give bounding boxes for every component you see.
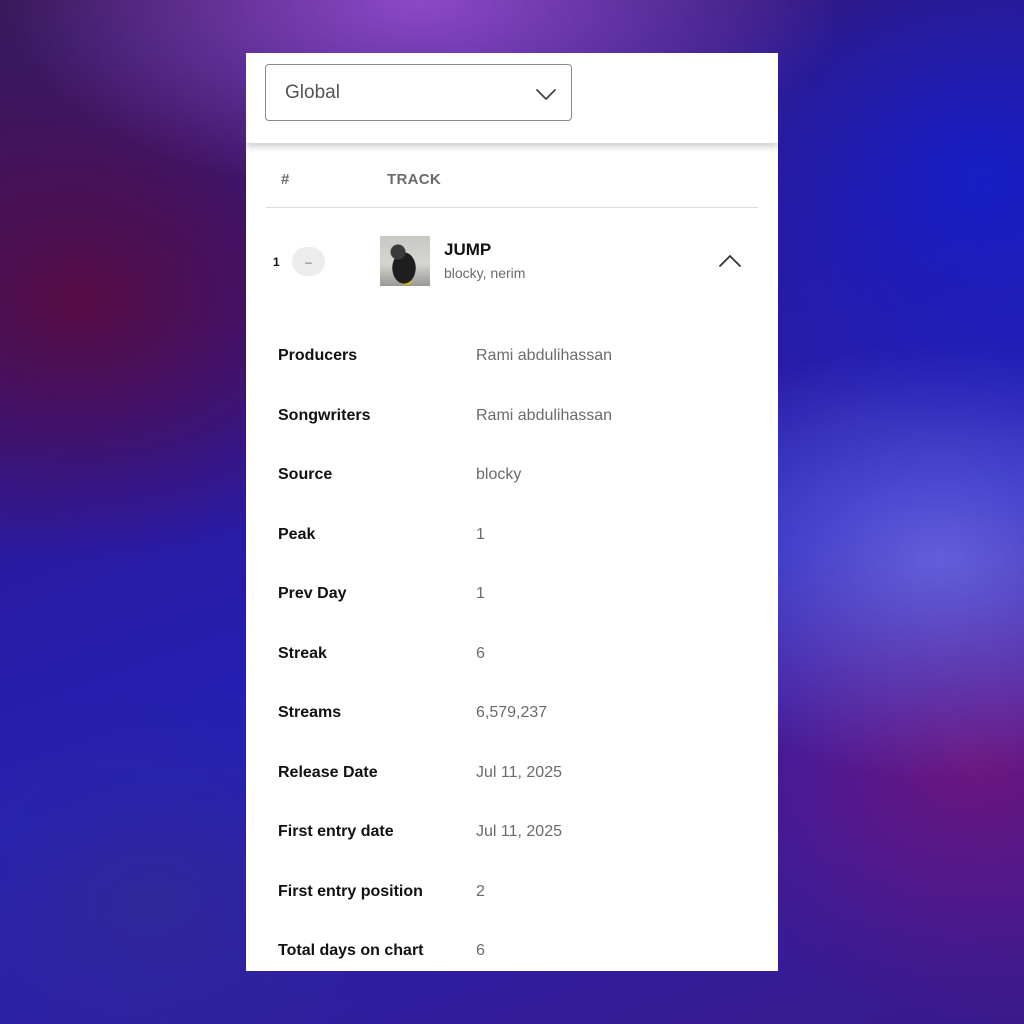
detail-label: Total days on chart	[278, 942, 424, 959]
detail-value: Jul 11, 2025	[476, 823, 562, 840]
detail-label: Release Date	[278, 763, 378, 781]
detail-label: Streak	[278, 644, 327, 662]
chart-panel: Global # TRACK 1 – JUMP blocky, nerim Pr…	[246, 53, 778, 971]
detail-value: 2	[476, 882, 485, 900]
detail-row-source: Source blocky	[278, 453, 748, 513]
detail-label: Peak	[278, 525, 316, 543]
detail-value: Jul 11, 2025	[476, 763, 562, 781]
detail-label: Streams	[278, 704, 342, 721]
detail-label: Songwriters	[278, 406, 371, 424]
detail-value: Rami abdulihassan	[476, 406, 613, 424]
detail-label: First entry date	[278, 823, 394, 840]
rank-change-badge: –	[292, 247, 325, 276]
track-title[interactable]: JUMP	[444, 240, 491, 260]
detail-row-songwriters: Songwriters Rami abdulihassan	[278, 394, 748, 454]
detail-label: Prev Day	[278, 585, 347, 602]
detail-label: First entry position	[278, 882, 423, 900]
table-row[interactable]: 1 – JUMP blocky, nerim	[246, 233, 778, 293]
panel-header: Global	[246, 53, 778, 143]
column-header-track: TRACK	[387, 171, 441, 188]
detail-row-first-entry-date: First entry date Jul 11, 2025	[278, 810, 748, 870]
chevron-down-icon	[536, 89, 556, 100]
detail-label: Source	[278, 466, 333, 483]
chevron-up-icon[interactable]	[718, 249, 742, 273]
detail-row-release-date: Release Date Jul 11, 2025	[278, 751, 748, 811]
detail-value: Rami abdulihassan	[476, 347, 613, 364]
track-details: Producers Rami abdulihassan Songwriters …	[278, 334, 748, 971]
track-rank: 1	[273, 255, 280, 269]
detail-row-streak: Streak 6	[278, 632, 748, 692]
detail-value: 6	[476, 644, 485, 662]
detail-value: 1	[476, 525, 485, 543]
detail-label: Producers	[278, 347, 358, 364]
detail-row-first-entry-position: First entry position 2	[278, 870, 748, 930]
column-header-rank: #	[281, 171, 290, 188]
detail-value: blocky	[476, 466, 522, 483]
detail-row-prev-day: Prev Day 1	[278, 572, 748, 632]
detail-row-producers: Producers Rami abdulihassan	[278, 334, 748, 394]
detail-value: 1	[476, 585, 485, 602]
album-art	[380, 236, 430, 286]
track-artists[interactable]: blocky, nerim	[444, 265, 525, 281]
detail-value: 6,579,237	[476, 704, 548, 721]
detail-row-streams: Streams 6,579,237	[278, 691, 748, 751]
detail-value: 6	[476, 942, 485, 959]
detail-row-peak: Peak 1	[278, 513, 748, 573]
region-select-value: Global	[285, 81, 340, 103]
region-select[interactable]: Global	[265, 64, 572, 121]
detail-row-total-days-on-chart: Total days on chart 6	[278, 929, 748, 971]
header-divider	[266, 207, 758, 208]
